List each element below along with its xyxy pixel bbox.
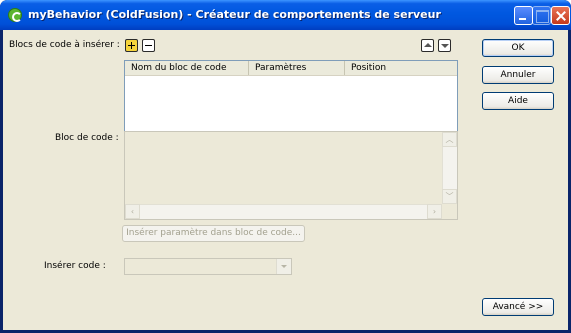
advanced-button[interactable]: Avancé >> <box>482 298 554 316</box>
help-button[interactable]: Aide <box>482 92 554 110</box>
scroll-left-icon: ‹ <box>125 204 140 219</box>
code-block-textarea: ︿ ﹀ ‹ › <box>124 131 458 220</box>
scroll-down-icon: ﹀ <box>442 189 457 204</box>
insert-param-button: Insérer paramètre dans bloc de code... <box>122 225 305 242</box>
column-header-params[interactable]: Paramètres <box>249 61 345 75</box>
title-bar[interactable]: myBehavior (ColdFusion) - Créateur de co… <box>0 0 571 30</box>
insert-code-select <box>124 258 292 275</box>
maximize-button <box>532 6 551 25</box>
dialog-body: Blocs de code à insérer : Nom du bloc de… <box>3 30 568 330</box>
column-header-name[interactable]: Nom du bloc de code <box>125 61 249 75</box>
horizontal-scrollbar: ‹ › <box>125 204 442 219</box>
add-code-block-button[interactable] <box>125 39 138 52</box>
remove-code-block-button[interactable] <box>142 39 155 52</box>
cancel-button[interactable]: Annuler <box>482 66 554 84</box>
code-block-label: Bloc de code : <box>55 133 119 143</box>
column-header-position[interactable]: Position <box>345 61 457 75</box>
move-down-button[interactable] <box>438 39 451 52</box>
move-up-button[interactable] <box>421 39 434 52</box>
window-title: myBehavior (ColdFusion) - Créateur de co… <box>28 8 441 21</box>
insert-code-label: Insérer code : <box>44 261 106 271</box>
dialog-window: myBehavior (ColdFusion) - Créateur de co… <box>0 0 571 333</box>
scroll-up-icon: ︿ <box>442 132 457 147</box>
scroll-right-icon: › <box>427 204 442 219</box>
chevron-down-icon <box>276 259 291 274</box>
code-blocks-label: Blocs de code à insérer : <box>9 40 120 50</box>
minimize-button[interactable] <box>514 6 533 25</box>
close-button[interactable] <box>551 6 570 25</box>
ok-button[interactable]: OK <box>482 39 554 57</box>
app-icon <box>8 8 22 22</box>
list-header: Nom du bloc de code Paramètres Position <box>125 61 457 76</box>
vertical-scrollbar: ︿ ﹀ <box>442 132 457 204</box>
